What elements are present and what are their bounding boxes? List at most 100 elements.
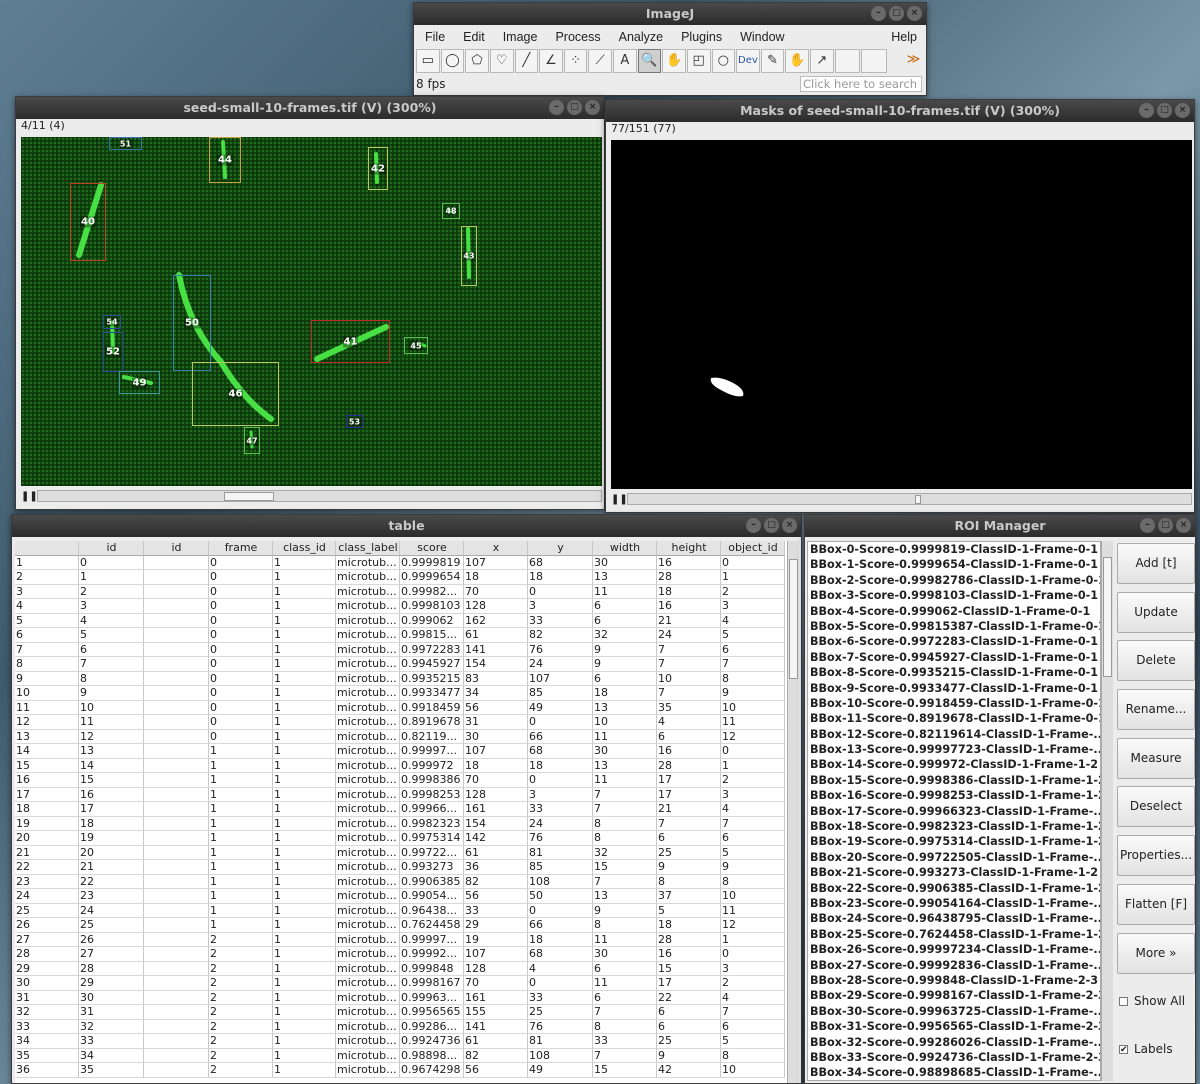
table-scrollbar[interactable] (787, 541, 799, 1083)
pause-icon[interactable]: ❚❚ (21, 491, 38, 502)
roi-list-item[interactable]: BBox-28-Score-0.999848-ClassID-1-Frame-2… (808, 973, 1100, 988)
table-row[interactable]: 20 19 1 1 microtub... 0.9975314 142 76 8 6 6 (15, 831, 788, 846)
roi-more-button[interactable]: More » (1117, 932, 1195, 974)
table-row[interactable]: 9 8 0 1 microtub... 0.9935215 83 107 6 10 8 (15, 671, 788, 686)
table-scroll-thumb[interactable] (789, 559, 798, 679)
line-tool-icon[interactable]: ╱ (514, 49, 539, 73)
roi-list-item[interactable]: BBox-5-Score-0.99815387-ClassID-1-Frame-… (808, 619, 1100, 634)
bbox-roi[interactable]: 45 (404, 337, 428, 354)
roi-list-scrollbar[interactable] (1101, 541, 1113, 1081)
roi-list-item[interactable]: BBox-11-Score-0.8919678-ClassID-1-Frame-… (808, 711, 1100, 726)
roi-deselect-button[interactable]: Deselect (1117, 786, 1195, 828)
roi-list-item[interactable]: BBox-3-Score-0.9998103-ClassID-1-Frame-0… (808, 588, 1100, 603)
checkbox-icon[interactable]: ✔ (1119, 1044, 1128, 1054)
more-tool-icons[interactable]: ≫ (902, 49, 926, 73)
close-icon[interactable]: × (907, 6, 922, 21)
roi-list-item[interactable]: BBox-17-Score-0.99966323-ClassID-1-Frame… (808, 804, 1100, 819)
roi-list-item[interactable]: BBox-19-Score-0.9975314-ClassID-1-Frame-… (808, 834, 1100, 849)
bbox-roi[interactable]: 50 (173, 275, 211, 371)
blank-tool-slot[interactable] (861, 49, 887, 73)
roi-list-item[interactable]: BBox-8-Score-0.9935215-ClassID-1-Frame-0… (808, 665, 1100, 680)
roi-list-item[interactable]: BBox-0-Score-0.9999819-ClassID-1-Frame-0… (808, 542, 1100, 557)
table-titlebar[interactable]: table – □ × (12, 515, 801, 537)
imagej-titlebar[interactable]: ImageJ – □ × (414, 3, 926, 25)
pencil-tool-icon[interactable]: ✎ (760, 49, 785, 73)
roi-measure-button[interactable]: Measure (1117, 737, 1195, 779)
table-row[interactable]: 1 0 0 1 microtub... 0.9999819 107 68 30 16 0 (15, 555, 788, 570)
menu-image[interactable]: Image (494, 30, 547, 44)
table-row[interactable]: 16 15 1 1 microtub... 0.9998386 70 0 11 17 2 (15, 773, 788, 788)
magnifier-tool-icon[interactable]: 🔍 (637, 49, 662, 73)
bbox-roi[interactable]: 41 (311, 320, 390, 363)
roi-list-item[interactable]: BBox-30-Score-0.99963725-ClassID-1-Frame… (808, 1004, 1100, 1019)
roi-list-item[interactable]: BBox-13-Score-0.99997723-ClassID-1-Frame… (808, 742, 1100, 757)
table-row[interactable]: 36 35 2 1 microtub... 0.9674298 56 49 15 42 10 (15, 1063, 788, 1078)
close-icon[interactable]: × (585, 100, 600, 115)
bbox-roi[interactable]: 42 (368, 147, 388, 190)
table-row[interactable]: 3 2 0 1 microtub... 0.99982... 70 0 11 18 2 (15, 584, 788, 599)
mask-slice-track[interactable] (627, 493, 1192, 505)
menu-process[interactable]: Process (546, 30, 609, 44)
roi-manager-titlebar[interactable]: ROI Manager – □ × (805, 515, 1195, 537)
roi-list-item[interactable]: BBox-9-Score-0.9933477-ClassID-1-Frame-0… (808, 681, 1100, 696)
mask-canvas[interactable] (611, 140, 1192, 489)
roi-list-item[interactable]: BBox-16-Score-0.9998253-ClassID-1-Frame-… (808, 788, 1100, 803)
bbox-roi[interactable]: 48 (442, 203, 460, 219)
pause-icon[interactable]: ❚❚ (611, 494, 628, 505)
table-row[interactable]: 2 1 0 1 microtub... 0.9999654 18 18 13 28 1 (15, 570, 788, 585)
table-row[interactable]: 21 20 1 1 microtub... 0.99722... 61 81 32 25 5 (15, 845, 788, 860)
roi-list-item[interactable]: BBox-15-Score-0.9998386-ClassID-1-Frame-… (808, 773, 1100, 788)
table-row[interactable]: 29 28 2 1 microtub... 0.999848 128 4 6 15 3 (15, 961, 788, 976)
bbox-roi[interactable]: 52 (103, 332, 123, 372)
minimize-icon[interactable]: – (746, 518, 761, 533)
roi-list-item[interactable]: BBox-29-Score-0.9998167-ClassID-1-Frame-… (808, 988, 1100, 1003)
polygon-tool-icon[interactable]: ⬠ (465, 49, 489, 73)
slice-scrollbar[interactable]: ❚❚ (21, 489, 602, 503)
brush-tool-icon[interactable]: ✋ (785, 49, 809, 73)
roi-list[interactable]: BBox-0-Score-0.9999819-ClassID-1-Frame-0… (807, 541, 1101, 1081)
roi-update-button[interactable]: Update (1117, 591, 1195, 633)
table-row[interactable]: 35 34 2 1 microtub... 0.98898... 82 108 7 9 8 (15, 1048, 788, 1063)
table-row[interactable]: 12 11 0 1 microtub... 0.8919678 31 0 10 4 11 (15, 715, 788, 730)
roi-list-item[interactable]: BBox-14-Score-0.999972-ClassID-1-Frame-1… (808, 757, 1100, 772)
bbox-roi[interactable]: 49 (119, 371, 160, 394)
table-row[interactable]: 23 22 1 1 microtub... 0.9906385 82 108 7 8 8 (15, 874, 788, 889)
multipoint-tool-icon[interactable]: ⁘ (563, 49, 588, 73)
slice-track[interactable] (37, 490, 602, 502)
show-all-checkbox[interactable]: Show All (1117, 981, 1195, 1021)
roi-list-item[interactable]: BBox-34-Score-0.98898685-ClassID-1-Frame… (808, 1065, 1100, 1080)
roi-list-item[interactable]: BBox-23-Score-0.99054164-ClassID-1-Frame… (808, 896, 1100, 911)
roi-list-item[interactable]: BBox-27-Score-0.99992836-ClassID-1-Frame… (808, 958, 1100, 973)
roi-list-item[interactable]: BBox-24-Score-0.96438795-ClassID-1-Frame… (808, 911, 1100, 926)
table-row[interactable]: 30 29 2 1 microtub... 0.9998167 70 0 11 17 2 (15, 976, 788, 991)
table-row[interactable]: 15 14 1 1 microtub... 0.999972 18 18 13 28 1 (15, 758, 788, 773)
roi-list-item[interactable]: BBox-1-Score-0.9999654-ClassID-1-Frame-0… (808, 557, 1100, 572)
search-input[interactable]: Click here to search (800, 76, 922, 92)
table-row[interactable]: 18 17 1 1 microtub... 0.99966... 161 33 7 21 4 (15, 802, 788, 817)
close-icon[interactable]: × (1176, 518, 1191, 533)
zoom-tool-icon[interactable]: ○ (711, 49, 736, 73)
table-row[interactable]: 5 4 0 1 microtub... 0.999062 162 33 6 21 4 (15, 613, 788, 628)
roi-list-item[interactable]: BBox-4-Score-0.999062-ClassID-1-Frame-0-… (808, 604, 1100, 619)
maximize-icon[interactable]: □ (1157, 103, 1172, 118)
table-row[interactable]: 22 21 1 1 microtub... 0.993273 36 85 15 9 9 (15, 860, 788, 875)
roi-list-item[interactable]: BBox-20-Score-0.99722505-ClassID-1-Frame… (808, 850, 1100, 865)
roi-list-item[interactable]: BBox-6-Score-0.9972283-ClassID-1-Frame-0… (808, 634, 1100, 649)
roi-list-item[interactable]: BBox-22-Score-0.9906385-ClassID-1-Frame-… (808, 881, 1100, 896)
table-row[interactable]: 7 6 0 1 microtub... 0.9972283 141 76 9 7 6 (15, 642, 788, 657)
roi-list-item[interactable]: BBox-10-Score-0.9918459-ClassID-1-Frame-… (808, 696, 1100, 711)
table-row[interactable]: 27 26 2 1 microtub... 0.99997... 19 18 11 28 1 (15, 932, 788, 947)
bbox-roi[interactable]: 46 (192, 362, 279, 426)
table-row[interactable]: 25 24 1 1 microtub... 0.96438... 33 0 9 5 11 (15, 903, 788, 918)
mask-slice-scrollbar[interactable]: ❚❚ (611, 492, 1192, 506)
table-row[interactable]: 13 12 0 1 microtub... 0.82119... 30 66 11 6 12 (15, 729, 788, 744)
mask-window-titlebar[interactable]: Masks of seed-small-10-frames.tif (V) (3… (606, 100, 1194, 122)
table-row[interactable]: 19 18 1 1 microtub... 0.9982323 154 24 8 7 7 (15, 816, 788, 831)
wand-tool-icon[interactable]: ⟋ (588, 49, 612, 73)
bbox-roi[interactable]: 54 (103, 315, 121, 329)
image-window-titlebar[interactable]: seed-small-10-frames.tif (V) (300%) – □ × (16, 97, 604, 119)
text-tool-icon[interactable]: A (613, 49, 637, 73)
table-row[interactable]: 34 33 2 1 microtub... 0.9924736 61 81 33 25 5 (15, 1034, 788, 1049)
maximize-icon[interactable]: □ (1158, 518, 1173, 533)
roi-properties-button[interactable]: Properties... (1117, 835, 1195, 877)
